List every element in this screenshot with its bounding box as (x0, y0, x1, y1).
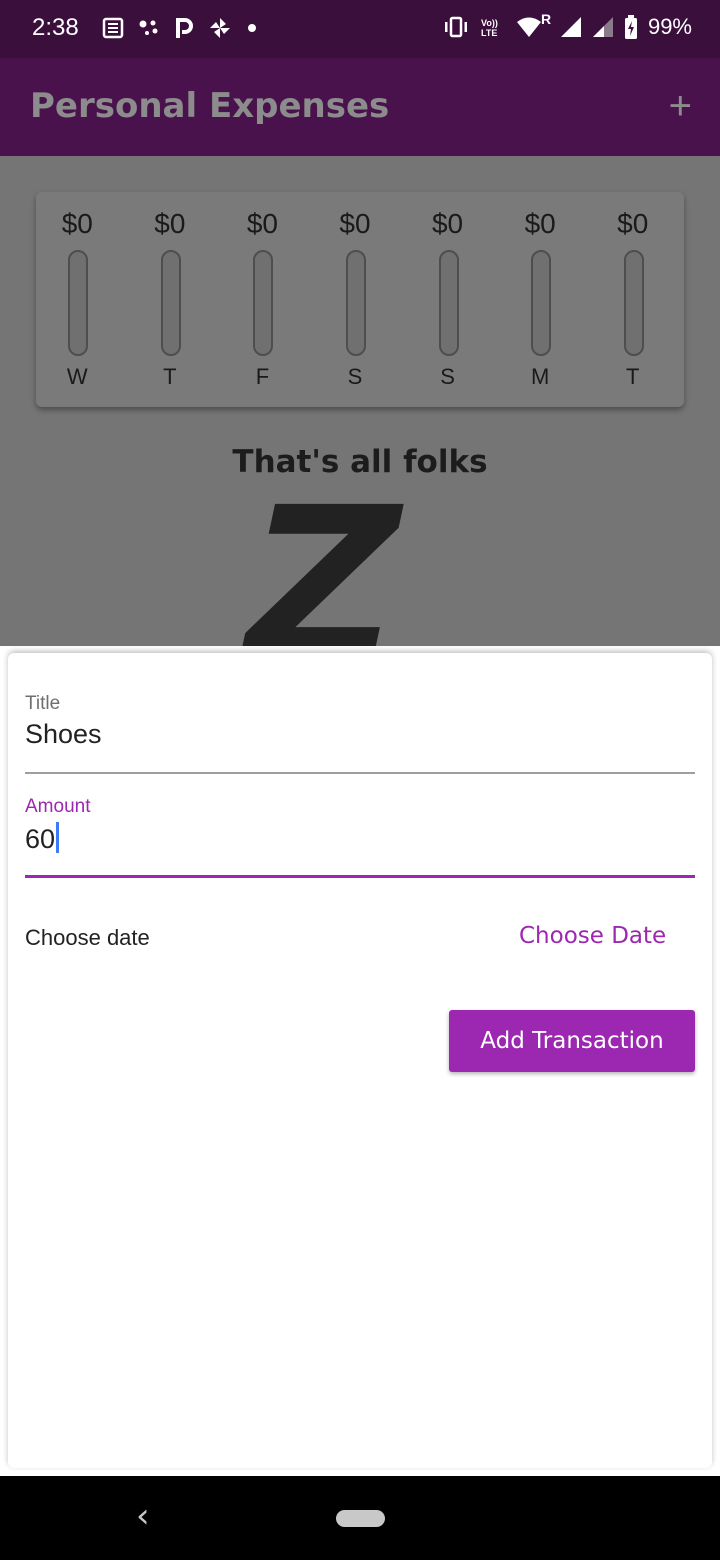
p-icon (176, 18, 193, 38)
bar-amount-label: $0 (61, 208, 93, 239)
chart-bar: $0 M (510, 192, 570, 407)
date-status-text: Choose date (25, 925, 150, 950)
title-input[interactable]: Shoes (25, 719, 695, 750)
navigation-bar: ‹ (0, 1476, 720, 1560)
title-label: Title (25, 693, 61, 714)
empty-state-image-clip: Z (0, 480, 720, 646)
svg-text:LTE: LTE (481, 28, 497, 38)
roaming-badge: R (540, 11, 552, 27)
pinwheel-icon (210, 18, 230, 38)
chart-bar: $0 T (140, 192, 200, 407)
amount-input[interactable]: 60 (25, 822, 695, 855)
bar-track (253, 250, 274, 356)
bar-amount-label: $0 (617, 208, 649, 239)
title-underline (25, 772, 695, 774)
news-icon (102, 17, 124, 39)
signal-icon (560, 17, 581, 37)
back-icon[interactable]: ‹ (136, 1496, 150, 1536)
bar-day-label: M (530, 364, 550, 389)
vibrate-icon (444, 16, 467, 38)
status-bar: 2:38 Vo)) LTE R 99% (0, 0, 720, 58)
amount-field[interactable]: Amount 60 (25, 796, 695, 878)
chart-bar: $0 S (325, 192, 385, 407)
text-cursor (56, 822, 60, 853)
battery-icon (624, 15, 637, 39)
bar-day-label: S (347, 364, 363, 389)
add-transaction-button[interactable]: Add Transaction (449, 1010, 695, 1072)
bar-amount-label: $0 (431, 208, 464, 239)
amount-underline (25, 875, 695, 878)
new-transaction-sheet: Title Shoes Amount 60 Choose date Choose… (8, 653, 712, 1468)
empty-state-text: That's all folks (232, 444, 488, 480)
bar-track (160, 250, 181, 356)
bar-amount-label: $0 (339, 208, 371, 239)
bar-day-label: S (440, 364, 455, 389)
amount-label: Amount (25, 796, 91, 817)
bar-amount-label: $0 (246, 208, 278, 239)
svg-text:Vo)): Vo)) (481, 18, 498, 28)
plus-icon[interactable]: + (669, 84, 692, 128)
dot-icon (248, 24, 256, 32)
chart-bar: $0 S (418, 192, 478, 407)
bar-track (623, 250, 644, 356)
empty-state-image: Z (220, 480, 425, 646)
home-pill-icon[interactable] (336, 1510, 385, 1527)
bar-track (68, 250, 89, 356)
app-title: Personal Expenses (30, 86, 390, 126)
wifi-icon (516, 17, 541, 37)
bar-day-label: W (66, 364, 88, 389)
volte-icon: Vo))LTE (481, 18, 498, 38)
bar-amount-label: $0 (524, 208, 556, 239)
chart-bar: $0 T (603, 192, 663, 407)
title-field[interactable]: Title Shoes (25, 693, 695, 775)
status-time: 2:38 (32, 14, 79, 41)
chart-bar: $0 W (47, 192, 107, 407)
bar-track (438, 250, 459, 356)
notification-icons (102, 16, 258, 40)
dots-icon (139, 20, 158, 35)
amount-value: 60 (25, 824, 56, 854)
bar-track (531, 250, 552, 356)
bar-amount-label: $0 (154, 208, 186, 239)
system-icons: Vo)) LTE R 99% (442, 11, 692, 40)
bar-day-label: T (625, 364, 640, 389)
weekly-chart-card: $0 W $0 T $0 F $0 S $0 S $0 M $0 T (36, 192, 684, 407)
battery-percent: 99% (647, 14, 692, 39)
bar-day-label: F (255, 364, 270, 389)
bar-track (346, 250, 366, 356)
bar-day-label: T (163, 364, 177, 389)
signal-icon (592, 17, 613, 37)
choose-date-button[interactable]: Choose Date (519, 923, 666, 949)
chart-bar: $0 F (232, 192, 292, 407)
